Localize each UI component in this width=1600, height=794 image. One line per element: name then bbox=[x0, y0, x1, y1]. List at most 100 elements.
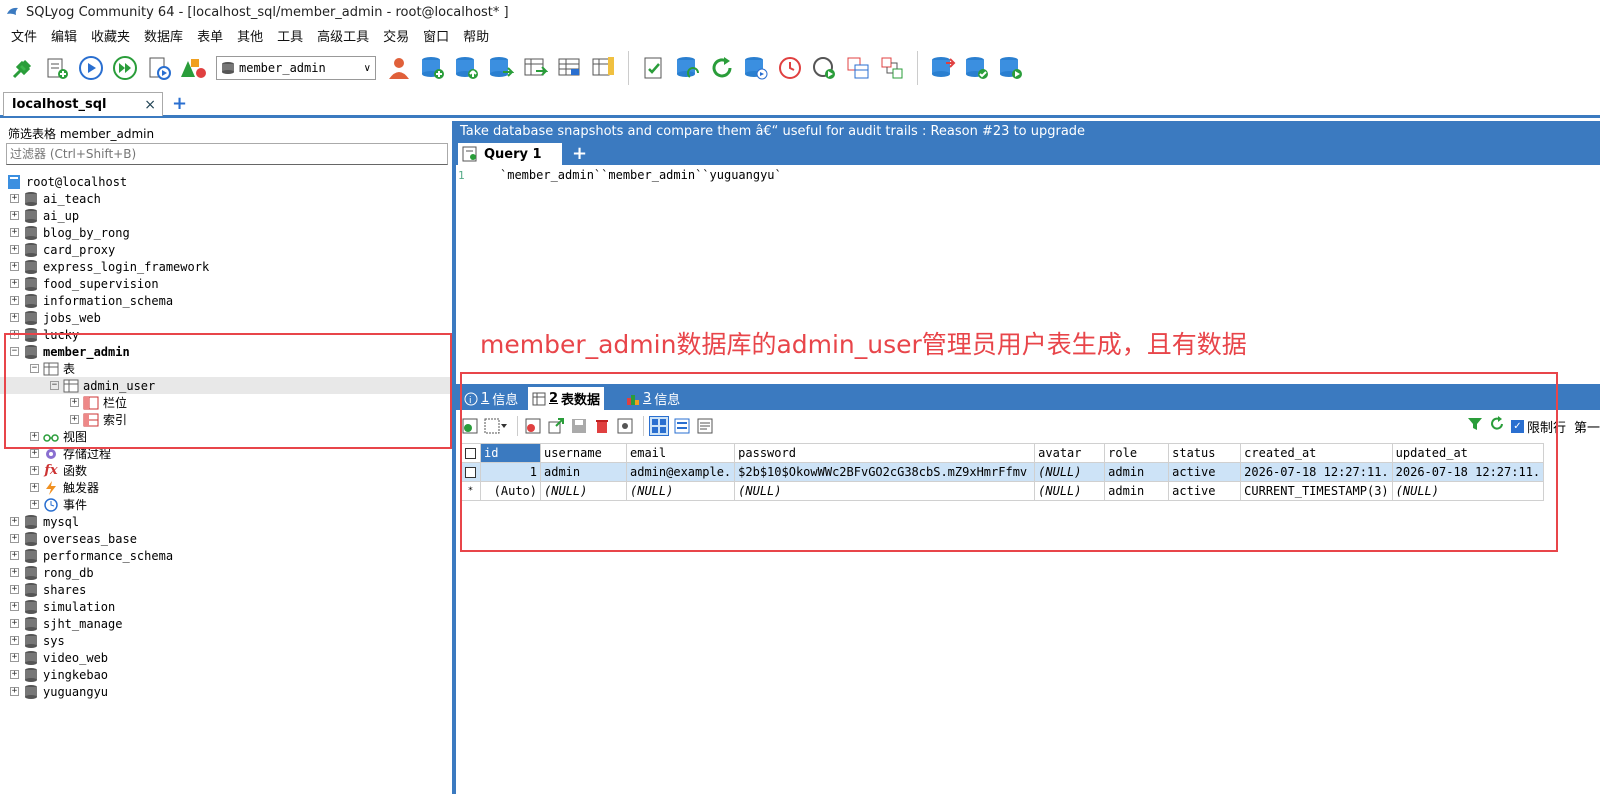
expand-toggle[interactable]: + bbox=[10, 653, 19, 662]
duplicate-row-button[interactable] bbox=[523, 416, 543, 436]
tree-db-item[interactable]: + information_schema bbox=[0, 292, 452, 309]
import-database-button[interactable] bbox=[739, 51, 773, 85]
cell-role[interactable]: admin bbox=[1104, 481, 1170, 501]
expand-toggle[interactable]: + bbox=[70, 415, 79, 424]
tree-db-item[interactable]: + overseas_base bbox=[0, 530, 452, 547]
tree-root[interactable]: root@localhost bbox=[0, 173, 452, 190]
select-all-checkbox[interactable] bbox=[460, 443, 481, 463]
expand-toggle[interactable]: + bbox=[10, 194, 19, 203]
cell-password[interactable]: $2b$10$OkowWWc2BFvGO2cG38cbS.mZ9xHmrFfmv bbox=[734, 462, 1036, 482]
execute-query-button[interactable] bbox=[74, 51, 108, 85]
cell-avatar[interactable]: (NULL) bbox=[1034, 462, 1106, 482]
cell-email[interactable]: admin@example. bbox=[625, 462, 736, 482]
tree-db-item[interactable]: + rong_db bbox=[0, 564, 452, 581]
import-rows-button[interactable] bbox=[546, 416, 566, 436]
schema-designer-button[interactable] bbox=[176, 51, 210, 85]
save-button[interactable] bbox=[569, 416, 589, 436]
new-query-tab-button[interactable]: + bbox=[572, 143, 587, 165]
tab-query-1[interactable]: Query 1 bbox=[458, 143, 562, 165]
expand-toggle[interactable]: + bbox=[10, 228, 19, 237]
export-grid-button[interactable] bbox=[615, 416, 635, 436]
menu-advanced-tools[interactable]: 高级工具 bbox=[310, 26, 376, 45]
new-query-button[interactable] bbox=[40, 51, 74, 85]
menu-favorites[interactable]: 收藏夹 bbox=[84, 26, 137, 45]
tree-db-item[interactable]: + sjht_manage bbox=[0, 615, 452, 632]
menu-window[interactable]: 窗口 bbox=[416, 26, 456, 45]
scheduler-button[interactable] bbox=[773, 51, 807, 85]
expand-toggle[interactable]: + bbox=[30, 449, 39, 458]
db-tools-button-3[interactable] bbox=[994, 51, 1028, 85]
cell-id[interactable]: 1 bbox=[480, 462, 541, 482]
grid-view-button[interactable] bbox=[649, 416, 669, 436]
tree-db-item[interactable]: + mysql bbox=[0, 513, 452, 530]
cell-email[interactable]: (NULL) bbox=[625, 481, 736, 501]
execute-all-button[interactable] bbox=[108, 51, 142, 85]
expand-toggle[interactable]: + bbox=[10, 687, 19, 696]
db-tools-button-2[interactable] bbox=[960, 51, 994, 85]
db-tools-button-1[interactable] bbox=[926, 51, 960, 85]
limit-rows-checkbox[interactable]: ✓ bbox=[1510, 419, 1524, 433]
cell-updated-at[interactable]: 2026-07-18 12:27:11. bbox=[1391, 462, 1545, 482]
expand-toggle[interactable]: + bbox=[10, 211, 19, 220]
table-row-new[interactable]: * (Auto) (NULL) (NULL) (NULL) (NULL) adm… bbox=[460, 481, 1545, 501]
tree-db-item[interactable]: + ai_teach bbox=[0, 190, 452, 207]
cell-username[interactable]: admin bbox=[540, 462, 627, 482]
tree-db-item[interactable]: + blog_by_rong bbox=[0, 224, 452, 241]
collapse-toggle[interactable]: − bbox=[30, 364, 39, 373]
cell-role[interactable]: admin bbox=[1104, 462, 1170, 482]
expand-toggle[interactable]: + bbox=[10, 551, 19, 560]
tree-db-item[interactable]: + sys bbox=[0, 632, 452, 649]
expand-toggle[interactable]: + bbox=[10, 568, 19, 577]
tree-db-item[interactable]: + video_web bbox=[0, 649, 452, 666]
tree-db-item[interactable]: + food_supervision bbox=[0, 275, 452, 292]
expand-toggle[interactable]: + bbox=[10, 670, 19, 679]
check-query-button[interactable] bbox=[637, 51, 671, 85]
tree-columns-node[interactable]: + 栏位 bbox=[0, 394, 452, 411]
tree-db-item[interactable]: + yingkebao bbox=[0, 666, 452, 683]
expand-toggle[interactable]: + bbox=[10, 330, 19, 339]
menu-tools[interactable]: 工具 bbox=[270, 26, 310, 45]
menu-database[interactable]: 数据库 bbox=[137, 26, 190, 45]
tree-db-member-admin[interactable]: − member_admin bbox=[0, 343, 452, 360]
expand-toggle[interactable]: + bbox=[10, 585, 19, 594]
collapse-toggle[interactable]: − bbox=[50, 381, 59, 390]
menu-file[interactable]: 文件 bbox=[4, 26, 44, 45]
menu-transactions[interactable]: 交易 bbox=[376, 26, 416, 45]
expand-toggle[interactable]: + bbox=[10, 296, 19, 305]
column-header-id[interactable]: id bbox=[480, 443, 541, 463]
expand-toggle[interactable]: + bbox=[10, 534, 19, 543]
table-diagnostics-button[interactable] bbox=[552, 51, 586, 85]
create-database-button[interactable] bbox=[416, 51, 450, 85]
tree-tables-node[interactable]: − 表 bbox=[0, 360, 452, 377]
column-header-password[interactable]: password bbox=[734, 443, 1036, 463]
expand-toggle[interactable]: + bbox=[10, 619, 19, 628]
form-view-button[interactable] bbox=[672, 416, 692, 436]
tree-db-item[interactable]: + yuguangyu bbox=[0, 683, 452, 700]
tab-table-data[interactable]: 2 表数据 bbox=[528, 387, 605, 410]
insert-row-button[interactable] bbox=[460, 416, 480, 436]
expand-toggle[interactable]: + bbox=[30, 466, 39, 475]
tree-db-item[interactable]: + express_login_framework bbox=[0, 258, 452, 275]
expand-toggle[interactable]: + bbox=[10, 245, 19, 254]
tree-indexes-node[interactable]: + 索引 bbox=[0, 411, 452, 428]
table-properties-button[interactable] bbox=[586, 51, 620, 85]
text-view-button[interactable] bbox=[695, 416, 715, 436]
connect-button[interactable] bbox=[6, 51, 40, 85]
tree-db-item[interactable]: + card_proxy bbox=[0, 241, 452, 258]
cell-created-at[interactable]: 2026-07-18 12:27:11. bbox=[1240, 462, 1393, 482]
cell-password[interactable]: (NULL) bbox=[734, 481, 1036, 501]
tree-table-admin-user[interactable]: − admin_user bbox=[0, 377, 452, 394]
database-select[interactable]: member_admin ∨ bbox=[216, 56, 376, 80]
expand-toggle[interactable]: + bbox=[70, 398, 79, 407]
filter-input[interactable] bbox=[6, 143, 448, 165]
cell-status[interactable]: active bbox=[1168, 462, 1242, 482]
tree-db-item[interactable]: + simulation bbox=[0, 598, 452, 615]
cell-avatar[interactable]: (NULL) bbox=[1034, 481, 1106, 501]
close-icon[interactable]: × bbox=[144, 97, 156, 113]
cell-id[interactable]: (Auto) bbox=[480, 481, 541, 501]
column-header-avatar[interactable]: avatar bbox=[1034, 443, 1106, 463]
view-mode-button[interactable] bbox=[483, 416, 509, 436]
tree-db-item[interactable]: + jobs_web bbox=[0, 309, 452, 326]
menu-edit[interactable]: 编辑 bbox=[44, 26, 84, 45]
cell-created-at[interactable]: CURRENT_TIMESTAMP(3) bbox=[1240, 481, 1393, 501]
